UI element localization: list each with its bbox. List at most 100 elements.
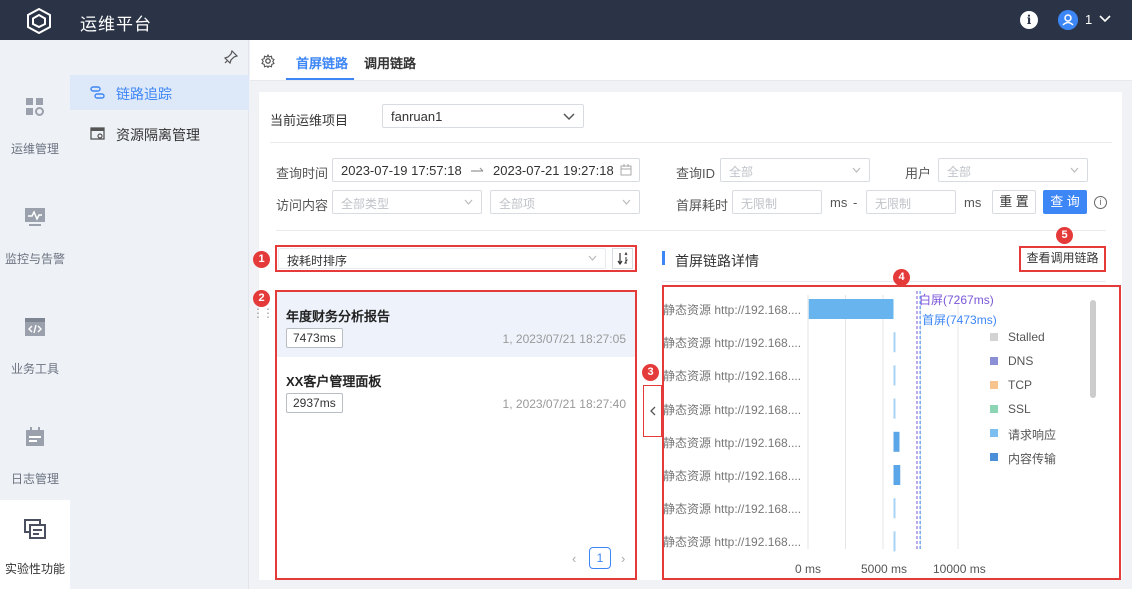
x-tick-label: 10000 ms bbox=[933, 562, 986, 576]
chevron-down-icon bbox=[464, 199, 473, 205]
user-select[interactable]: 全部 bbox=[938, 158, 1088, 182]
chevron-down-icon[interactable] bbox=[1098, 12, 1112, 26]
timing-bar bbox=[893, 431, 900, 452]
user-placeholder: 全部 bbox=[947, 165, 972, 179]
legend-label: SSL bbox=[1008, 402, 1031, 416]
gear-icon[interactable] bbox=[261, 54, 275, 68]
callout-badge-4: 4 bbox=[893, 269, 910, 286]
rail-item-logs[interactable]: 日志管理 bbox=[0, 390, 70, 500]
chevron-down-icon bbox=[622, 199, 631, 205]
time-range-picker[interactable]: 2023-07-19 17:57:18 2023-07-21 19:27:18 bbox=[332, 158, 640, 182]
sort-select[interactable]: 按耗时排序 bbox=[278, 248, 606, 269]
legend-label: 请求响应 bbox=[1008, 428, 1057, 442]
fs-max-input[interactable]: 无限制 bbox=[866, 190, 956, 214]
dashboard-icon bbox=[26, 98, 44, 116]
pager-current-page[interactable]: 1 bbox=[589, 547, 611, 569]
code-icon bbox=[25, 318, 45, 336]
info-icon[interactable]: i bbox=[1020, 11, 1038, 29]
x-tick-label: 0 ms bbox=[795, 562, 822, 576]
timing-bar bbox=[893, 531, 896, 552]
legend-label: Stalled bbox=[1008, 330, 1045, 344]
fs-max-unit: ms bbox=[964, 195, 982, 210]
user-name[interactable]: 1 bbox=[1085, 12, 1092, 27]
list-item[interactable]: XX客户管理面板 2937ms 1, 2023/07/21 18:27:40 bbox=[277, 357, 635, 422]
first-screen-marker-label: 首屏(7473ms) bbox=[922, 313, 997, 327]
timing-bar bbox=[893, 332, 896, 353]
pager-prev-button[interactable]: ‹ bbox=[572, 551, 576, 566]
list-item-meta: 1, 2023/07/21 18:27:05 bbox=[502, 332, 626, 346]
calendar-icon bbox=[26, 427, 44, 446]
project-label: 当前运维项目 bbox=[270, 113, 349, 128]
monitor-icon bbox=[25, 208, 45, 226]
query-id-placeholder: 全部 bbox=[729, 165, 754, 179]
section-marker bbox=[662, 251, 665, 265]
pager-next-button[interactable]: › bbox=[621, 551, 625, 566]
callout-badge-3: 3 bbox=[642, 364, 659, 381]
chevron-down-icon bbox=[563, 113, 575, 121]
reset-button[interactable]: 重 置 bbox=[992, 190, 1036, 214]
scrollbar[interactable] bbox=[1090, 300, 1096, 398]
x-tick-label: 5000 ms bbox=[861, 562, 908, 576]
fs-max-placeholder: 无限制 bbox=[875, 197, 912, 211]
collapse-panel-button[interactable] bbox=[643, 385, 662, 437]
main-nav-rail: 运维管理 监控与告警 业务工具 日志管理 实验性功能 bbox=[0, 40, 70, 589]
detail-title: 首屏链路详情 bbox=[675, 253, 759, 269]
pin-icon[interactable] bbox=[224, 50, 238, 64]
submenu-item-label: 链路追踪 bbox=[116, 86, 172, 102]
time-label: 查询时间 bbox=[276, 166, 329, 181]
sort-label: 按耗时排序 bbox=[287, 254, 348, 268]
calendar-icon bbox=[620, 164, 632, 176]
list-item-duration: 2937ms bbox=[286, 393, 343, 413]
sort-order-toggle[interactable] bbox=[612, 248, 633, 269]
top-bar bbox=[0, 0, 1132, 40]
legend-label: TCP bbox=[1008, 378, 1032, 392]
content-item-select[interactable]: 全部项 bbox=[490, 190, 640, 214]
user-avatar-icon[interactable] bbox=[1058, 10, 1078, 30]
timing-bar bbox=[808, 299, 894, 319]
tab-call-chain[interactable]: 调用链路 bbox=[364, 53, 416, 72]
list-item[interactable]: 年度财务分析报告 7473ms 1, 2023/07/21 18:27:05 bbox=[277, 292, 635, 357]
callout-badge-1: 1 bbox=[253, 251, 270, 268]
time-end: 2023-07-21 19:27:18 bbox=[493, 163, 614, 178]
fs-min-input[interactable]: 无限制 bbox=[732, 190, 822, 214]
legend-swatch bbox=[990, 357, 998, 365]
fs-range-dash: - bbox=[853, 195, 858, 210]
project-value: fanruan1 bbox=[391, 109, 443, 124]
legend-swatch bbox=[990, 381, 998, 389]
trace-icon bbox=[90, 86, 105, 99]
submenu-item-resource[interactable]: 资源隔离管理 bbox=[70, 116, 249, 151]
rail-item-label: 业务工具 bbox=[10, 362, 59, 376]
rail-item-label: 实验性功能 bbox=[4, 562, 65, 576]
chevron-down-icon bbox=[588, 255, 597, 261]
rail-item-experimental[interactable]: 实验性功能 bbox=[0, 500, 70, 589]
query-id-label: 查询ID bbox=[676, 166, 716, 181]
chevron-left-icon bbox=[650, 406, 656, 416]
help-icon[interactable]: i bbox=[1094, 196, 1107, 209]
callout-badge-2: 2 bbox=[253, 290, 270, 307]
rail-item-monitor[interactable]: 监控与告警 bbox=[0, 170, 70, 280]
sort-icon bbox=[617, 252, 628, 265]
white-screen-marker-label: 白屏(7267ms) bbox=[919, 293, 994, 307]
submenu-item-trace[interactable]: 链路追踪 bbox=[70, 75, 249, 110]
rail-item-label: 运维管理 bbox=[10, 142, 59, 156]
content-type-select[interactable]: 全部类型 bbox=[332, 190, 482, 214]
query-button[interactable]: 查 询 bbox=[1043, 190, 1087, 214]
resource-icon bbox=[90, 127, 105, 140]
content-type-placeholder: 全部类型 bbox=[341, 197, 390, 211]
timing-bar bbox=[893, 498, 896, 519]
list-item-title: XX客户管理面板 bbox=[286, 374, 382, 389]
tab-first-screen[interactable]: 首屏链路 bbox=[296, 53, 348, 72]
project-select[interactable]: fanruan1 bbox=[382, 104, 584, 128]
legend-swatch bbox=[990, 429, 998, 437]
rail-item-biztools[interactable]: 业务工具 bbox=[0, 280, 70, 390]
submenu-item-label: 资源隔离管理 bbox=[116, 127, 200, 143]
legend-swatch bbox=[990, 453, 998, 461]
query-id-select[interactable]: 全部 bbox=[720, 158, 870, 182]
rail-item-ops[interactable]: 运维管理 bbox=[0, 60, 70, 170]
legend-swatch bbox=[990, 333, 998, 341]
view-call-chain-button[interactable]: 查看调用链路 bbox=[1021, 248, 1104, 270]
drag-handle-icon[interactable]: ⋮⋮ bbox=[252, 306, 274, 320]
list-item-title: 年度财务分析报告 bbox=[286, 309, 391, 324]
arrow-right-icon bbox=[471, 167, 484, 172]
callout-badge-5: 5 bbox=[1056, 227, 1073, 244]
